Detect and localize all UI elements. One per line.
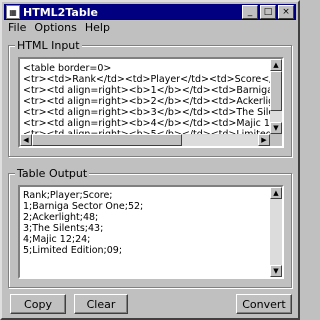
html-input-line: <tr><td>Rank</td><td>Player</td><td>Scor… <box>23 74 282 85</box>
scroll-left-arrow-icon[interactable]: ◀ <box>20 134 32 146</box>
vertical-scroll-thumb[interactable] <box>270 71 282 111</box>
window-title: HTML2Table <box>23 5 98 19</box>
copy-button[interactable]: Copy <box>10 294 66 314</box>
table-output-line: 4;Majic 12;24; <box>23 234 91 245</box>
table-output-line: 1;Barniga Sector One;52; <box>23 201 144 212</box>
html-input-line: <tr><td align=right><b>2</b></td><td>Ack… <box>23 96 284 107</box>
title-bar[interactable]: ▦ HTML2Table _ □ × <box>4 4 296 20</box>
table-output-line: 5;Limited Edition;09; <box>23 245 123 256</box>
close-button[interactable]: × <box>278 5 294 19</box>
table-output-text: Rank;Player;Score; 1;Barniga Sector One;… <box>23 190 143 256</box>
html-input-line: <tr><td align=right><b>3</b></td><td>The… <box>23 107 282 118</box>
scroll-corner <box>270 134 282 146</box>
html-input-vertical-scrollbar[interactable]: ▲ ▼ <box>270 59 282 134</box>
table-output-line: Rank;Player;Score; <box>23 190 113 201</box>
maximize-button[interactable]: □ <box>260 5 276 19</box>
html-input-line: <tr><td align=right><b>1</b></td><td>Bar… <box>23 85 282 96</box>
table-output-label: Table Output <box>15 167 90 180</box>
scroll-right-arrow-icon[interactable]: ▶ <box>258 134 270 146</box>
scroll-down-arrow-icon[interactable]: ▼ <box>270 265 282 277</box>
table-output-line: 2;Ackerlight;48; <box>23 212 99 223</box>
html-input-textarea[interactable]: <table border=0> <tr><td>Rank</td><td>Pl… <box>18 57 284 148</box>
horizontal-scroll-thumb[interactable] <box>32 134 182 146</box>
html-input-line: <table border=0> <box>23 63 112 74</box>
html-input-label: HTML Input <box>15 39 82 52</box>
convert-button[interactable]: Convert <box>236 294 292 314</box>
main-window: ▦ HTML2Table _ □ × File Options Help HTM… <box>0 0 300 320</box>
table-output-textarea[interactable]: Rank;Player;Score; 1;Barniga Sector One;… <box>18 185 284 279</box>
scroll-down-arrow-icon[interactable]: ▼ <box>270 122 282 134</box>
app-icon[interactable]: ▦ <box>6 5 20 19</box>
menu-options[interactable]: Options <box>30 21 80 35</box>
minimize-button[interactable]: _ <box>242 5 258 19</box>
html-input-text: <table border=0> <tr><td>Rank</td><td>Pl… <box>23 63 284 140</box>
table-output-group: Table Output Rank;Player;Score; 1;Barnig… <box>8 167 292 288</box>
clear-button[interactable]: Clear <box>74 294 128 314</box>
html-input-line: <tr><td align=right><b>4</b></td><td>Maj… <box>23 118 282 129</box>
menu-help[interactable]: Help <box>81 21 114 35</box>
menu-file[interactable]: File <box>4 21 30 35</box>
html-input-group: HTML Input <table border=0> <tr><td>Rank… <box>8 39 292 157</box>
table-output-vertical-scrollbar[interactable]: ▲ ▼ <box>270 187 282 277</box>
menu-bar: File Options Help <box>4 21 114 35</box>
html-input-horizontal-scrollbar[interactable]: ◀ ▶ <box>20 134 270 146</box>
scroll-up-arrow-icon[interactable]: ▲ <box>270 187 282 199</box>
table-output-line: 3;The Silents;43; <box>23 223 104 234</box>
scroll-up-arrow-icon[interactable]: ▲ <box>270 59 282 71</box>
